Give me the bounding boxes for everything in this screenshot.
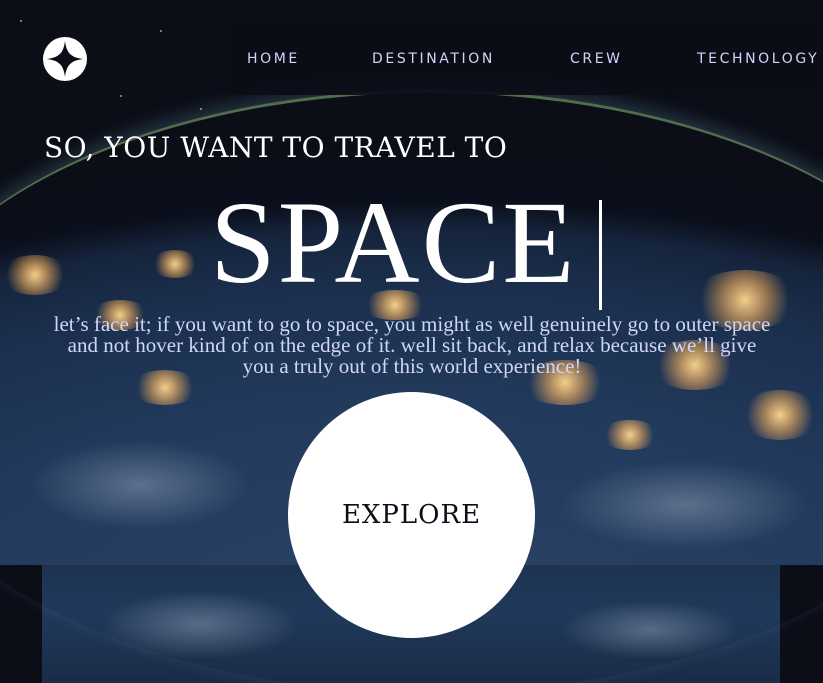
star-logo-shape (47, 41, 83, 77)
cloud-decoration (560, 600, 740, 660)
city-lights (600, 420, 660, 450)
text-cursor (599, 200, 602, 310)
nav-item-crew[interactable]: CREW (570, 51, 623, 67)
city-lights (0, 255, 70, 295)
star-decoration (160, 30, 162, 32)
cloud-decoration (100, 590, 300, 660)
cloud-decoration (30, 440, 250, 530)
cloud-decoration (560, 460, 810, 550)
hero-heading: SPACE (210, 177, 577, 308)
star-decoration (20, 20, 22, 22)
nav-item-technology[interactable]: TECHNOLOGY (697, 51, 819, 67)
explore-button[interactable]: EXPLORE (288, 392, 535, 638)
nav-item-home[interactable]: HOME (247, 51, 300, 67)
hero-subheading: SO, YOU WANT TO TRAVEL TO (44, 131, 508, 164)
city-lights (740, 390, 820, 440)
hero-body-text: let’s face it; if you want to go to spac… (53, 312, 771, 378)
nav-item-destination[interactable]: DESTINATION (372, 51, 495, 67)
primary-navigation: HOME DESTINATION CREW TECHNOLOGY (228, 23, 823, 95)
explore-button-label: EXPLORE (341, 500, 482, 530)
page: HOME DESTINATION CREW TECHNOLOGY SO, YOU… (0, 0, 823, 683)
city-lights (150, 250, 200, 278)
star-decoration (120, 95, 122, 97)
star-logo-icon[interactable] (43, 37, 87, 81)
star-decoration (200, 108, 202, 110)
